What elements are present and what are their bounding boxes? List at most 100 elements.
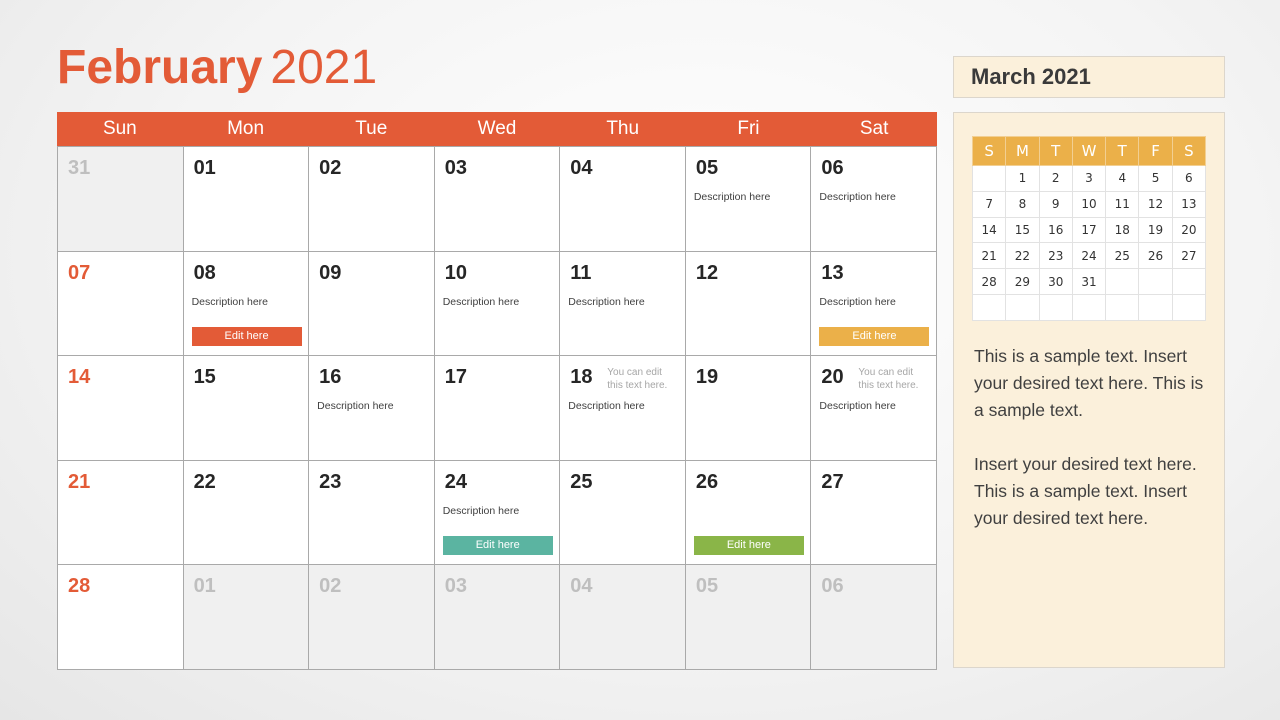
mini-week-row bbox=[971, 293, 1207, 321]
day-description[interactable]: Description here bbox=[819, 400, 895, 412]
mini-day-cell: 10 bbox=[1071, 190, 1107, 218]
mini-day-cell: 20 bbox=[1171, 216, 1207, 244]
day-description[interactable]: Description here bbox=[568, 400, 644, 412]
day-number: 01 bbox=[193, 157, 216, 179]
day-cell-other-month[interactable]: 06 bbox=[811, 565, 937, 670]
mini-day-cell bbox=[971, 293, 1007, 321]
day-cell-other-month[interactable]: 02 bbox=[309, 565, 435, 670]
day-number: 04 bbox=[570, 575, 593, 598]
day-cell[interactable]: 28 bbox=[58, 565, 184, 670]
edit-button[interactable]: Edit here bbox=[693, 535, 804, 555]
day-cell[interactable]: 23 bbox=[309, 460, 435, 566]
day-description[interactable]: Description here bbox=[694, 191, 770, 203]
day-number: 07 bbox=[68, 261, 91, 284]
day-number: 24 bbox=[444, 470, 467, 493]
day-cell[interactable]: 09 bbox=[309, 251, 435, 357]
weekday-label: Thu bbox=[606, 118, 640, 139]
day-description[interactable]: Description here bbox=[819, 191, 895, 203]
day-cell[interactable]: 20 You can edit this text here. Descriptio… bbox=[811, 356, 937, 461]
day-cell[interactable]: 19 bbox=[685, 356, 812, 461]
mini-weekday-label: S bbox=[1171, 136, 1207, 166]
day-cell[interactable]: 26 Edit here bbox=[685, 460, 812, 566]
sample-text: This is a sample text. Insert your desir… bbox=[974, 343, 1214, 532]
day-number: 03 bbox=[444, 157, 467, 179]
day-number: 18 bbox=[570, 366, 593, 389]
day-number: 20 bbox=[821, 366, 844, 389]
mini-calendar-body: 1 2 3 4 5 6 7 8 9 10 11 12 13 14 15 16 17 18 19 20 21 22 23 24 2… bbox=[971, 165, 1207, 321]
day-cell[interactable]: 25 bbox=[560, 460, 686, 566]
day-description[interactable]: Description here bbox=[317, 400, 393, 412]
mini-day-cell: 4 bbox=[1105, 165, 1140, 192]
day-number: 04 bbox=[570, 157, 593, 179]
mini-day-cell: 13 bbox=[1171, 190, 1207, 218]
mini-weekday-label: T bbox=[1038, 136, 1073, 166]
day-cell[interactable]: 06 Description here bbox=[811, 147, 937, 252]
day-cell[interactable]: 04 bbox=[560, 147, 686, 252]
day-number: 02 bbox=[319, 157, 342, 179]
title-month: February bbox=[57, 41, 263, 94]
day-cell-other-month[interactable]: 01 bbox=[183, 565, 310, 670]
weekday-label: Sat bbox=[859, 118, 889, 139]
day-note[interactable]: You can edit this text here. bbox=[858, 366, 928, 392]
day-cell[interactable]: 27 bbox=[811, 460, 937, 566]
mini-day-cell: 5 bbox=[1138, 165, 1173, 192]
day-cell[interactable]: 07 bbox=[58, 251, 184, 357]
day-cell-other-month[interactable]: 03 bbox=[434, 565, 561, 670]
day-cell[interactable]: 17 bbox=[434, 356, 561, 461]
day-description[interactable]: Description here bbox=[443, 296, 519, 308]
day-description[interactable]: Description here bbox=[819, 296, 895, 308]
day-number: 19 bbox=[695, 366, 719, 389]
day-number: 28 bbox=[68, 575, 91, 598]
weekday-label: Wed bbox=[477, 118, 517, 139]
day-number: 14 bbox=[68, 366, 91, 389]
day-cell[interactable]: 11 Description here bbox=[560, 251, 686, 357]
day-number: 27 bbox=[821, 470, 844, 493]
day-cell[interactable]: 18 You can edit this text here. Descriptio… bbox=[560, 356, 686, 461]
weekday-label: Mon bbox=[227, 118, 265, 139]
mini-day-cell: 11 bbox=[1105, 190, 1140, 218]
day-cell[interactable]: 14 bbox=[58, 356, 184, 461]
day-description[interactable]: Description here bbox=[568, 296, 644, 308]
next-month-title: March 2021 bbox=[953, 56, 1225, 98]
day-cell[interactable]: 24 Description here Edit here bbox=[434, 460, 561, 566]
day-cell[interactable]: 21 bbox=[58, 460, 184, 566]
day-cell[interactable]: 03 bbox=[434, 147, 561, 252]
mini-day-cell: 19 bbox=[1138, 216, 1173, 244]
day-cell[interactable]: 15 bbox=[183, 356, 310, 461]
day-number: 06 bbox=[821, 157, 844, 179]
sample-paragraph[interactable]: Insert your desired text here. This is a… bbox=[974, 451, 1214, 532]
mini-day-cell: 22 bbox=[1005, 242, 1040, 270]
day-cell-other-month[interactable]: 05 bbox=[685, 565, 812, 670]
day-cell[interactable]: 16 Description here bbox=[309, 356, 435, 461]
day-cell-other-month[interactable]: 04 bbox=[560, 565, 686, 670]
weekday-label: Tue bbox=[355, 118, 388, 139]
day-cell[interactable]: 08 Description here Edit here bbox=[183, 251, 310, 357]
day-note[interactable]: You can edit this text here. bbox=[607, 366, 677, 392]
day-number: 25 bbox=[570, 470, 593, 493]
edit-button[interactable]: Edit here bbox=[191, 326, 302, 346]
mini-day-cell bbox=[1005, 293, 1040, 321]
mini-day-cell: 2 bbox=[1038, 165, 1073, 192]
day-cell[interactable]: 05 Description here bbox=[685, 147, 812, 252]
edit-button[interactable]: Edit here bbox=[819, 326, 930, 346]
sample-paragraph[interactable]: This is a sample text. Insert your desir… bbox=[974, 343, 1214, 424]
day-cell[interactable]: 02 bbox=[309, 147, 435, 252]
day-cell[interactable]: 10 Description here bbox=[434, 251, 561, 357]
mini-weekday-label: S bbox=[971, 136, 1007, 166]
day-number: 02 bbox=[319, 575, 342, 598]
day-number: 21 bbox=[68, 470, 91, 493]
mini-week-row: 7 8 9 10 11 12 13 bbox=[971, 190, 1207, 218]
edit-button[interactable]: Edit here bbox=[442, 535, 553, 555]
day-description[interactable]: Description here bbox=[443, 505, 519, 517]
day-cell-other-month[interactable]: 31 bbox=[58, 147, 184, 252]
day-cell[interactable]: 01 bbox=[183, 147, 310, 252]
mini-day-cell: 23 bbox=[1038, 242, 1073, 270]
day-number: 03 bbox=[444, 575, 467, 598]
day-description[interactable]: Description here bbox=[192, 296, 268, 308]
day-cell[interactable]: 13 Description here Edit here bbox=[811, 251, 937, 357]
mini-day-cell: 29 bbox=[1005, 268, 1040, 295]
day-cell[interactable]: 22 bbox=[183, 460, 310, 566]
day-number: 31 bbox=[68, 157, 91, 179]
day-cell[interactable]: 12 bbox=[685, 251, 812, 357]
mini-day-cell: 17 bbox=[1071, 216, 1107, 244]
